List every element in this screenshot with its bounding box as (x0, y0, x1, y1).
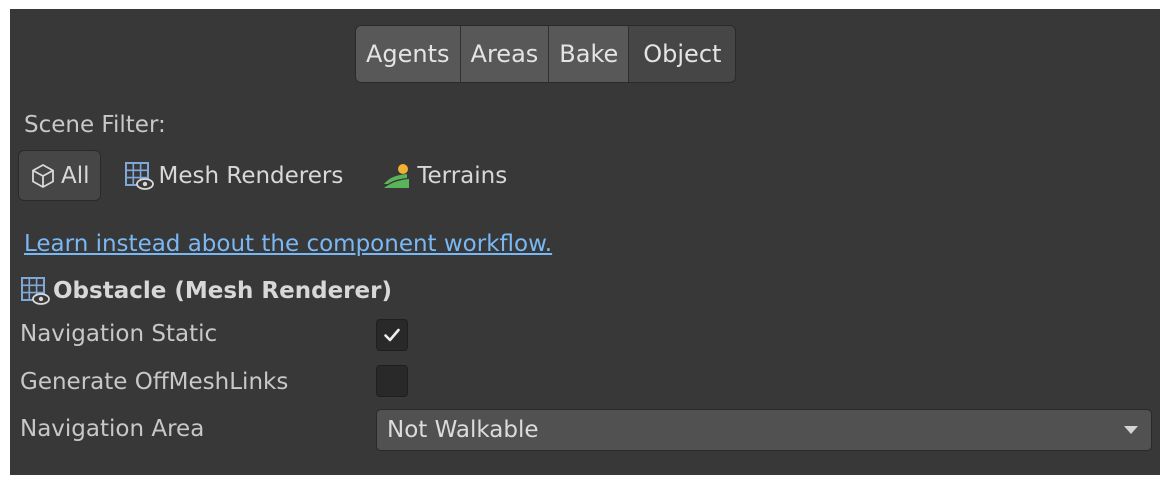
generate-offmeshlinks-checkbox[interactable] (376, 365, 408, 397)
navigation-area-dropdown[interactable]: Not Walkable (376, 409, 1152, 451)
dropdown-arrow-icon (1123, 425, 1139, 435)
navigation-static-label: Navigation Static (20, 321, 218, 347)
scene-filter-row: All Mesh Renderers Terrains (18, 149, 517, 202)
filter-all-button[interactable]: All (18, 150, 101, 201)
filter-mesh-renderers-button[interactable]: Mesh Renderers (113, 150, 354, 201)
scene-filter-label: Scene Filter: (24, 112, 166, 138)
filter-terrains-button[interactable]: Terrains (371, 150, 517, 201)
tab-bake[interactable]: Bake (549, 26, 630, 82)
filter-terrains-label: Terrains (417, 162, 508, 189)
filter-all-label: All (61, 162, 90, 189)
navigation-panel: Agents Areas Bake Object Scene Filter: A… (10, 9, 1160, 475)
tab-areas[interactable]: Areas (460, 26, 550, 82)
mesh-renderer-icon (19, 275, 51, 307)
object-title: Obstacle (Mesh Renderer) (53, 278, 392, 304)
cube-icon (29, 162, 57, 190)
checkmark-icon (382, 325, 402, 345)
tab-agents[interactable]: Agents (356, 26, 461, 82)
navigation-area-label: Navigation Area (20, 416, 205, 442)
terrain-icon (381, 160, 413, 192)
navigation-area-value: Not Walkable (387, 417, 539, 443)
navigation-static-checkbox[interactable] (376, 319, 408, 351)
filter-mesh-renderers-label: Mesh Renderers (158, 162, 344, 189)
selected-object-header: Obstacle (Mesh Renderer) (19, 275, 392, 307)
component-workflow-link[interactable]: Learn instead about the component workfl… (24, 231, 552, 257)
tab-object[interactable]: Object (629, 26, 736, 82)
tab-bar: Agents Areas Bake Object (355, 25, 737, 83)
generate-offmeshlinks-label: Generate OffMeshLinks (20, 369, 289, 395)
mesh-renderer-icon (123, 160, 155, 192)
